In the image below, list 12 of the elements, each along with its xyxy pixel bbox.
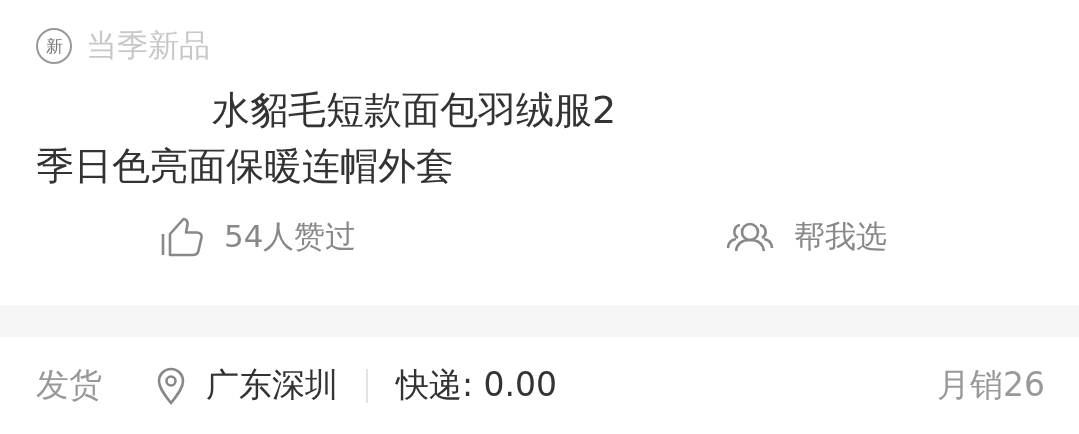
new-badge-icon: 新 [36,28,72,64]
likes-link[interactable]: 54人赞过 [224,216,357,258]
shipping-location: 广东深圳 [206,364,338,406]
thumbs-up-icon [160,217,204,257]
monthly-sales: 月销26 [937,364,1045,406]
shipping-fee: 快递: 0.00 [396,364,558,406]
help-choose-link[interactable]: 帮我选 [794,216,887,258]
people-icon [726,221,774,253]
product-title-line: 季日色亮面保暖连帽外套 [36,143,454,190]
location-pin-icon [156,366,186,405]
shipping-label: 发货 [36,364,102,406]
product-title-line: 水貂毛短款面包羽绒服2 [212,87,617,134]
